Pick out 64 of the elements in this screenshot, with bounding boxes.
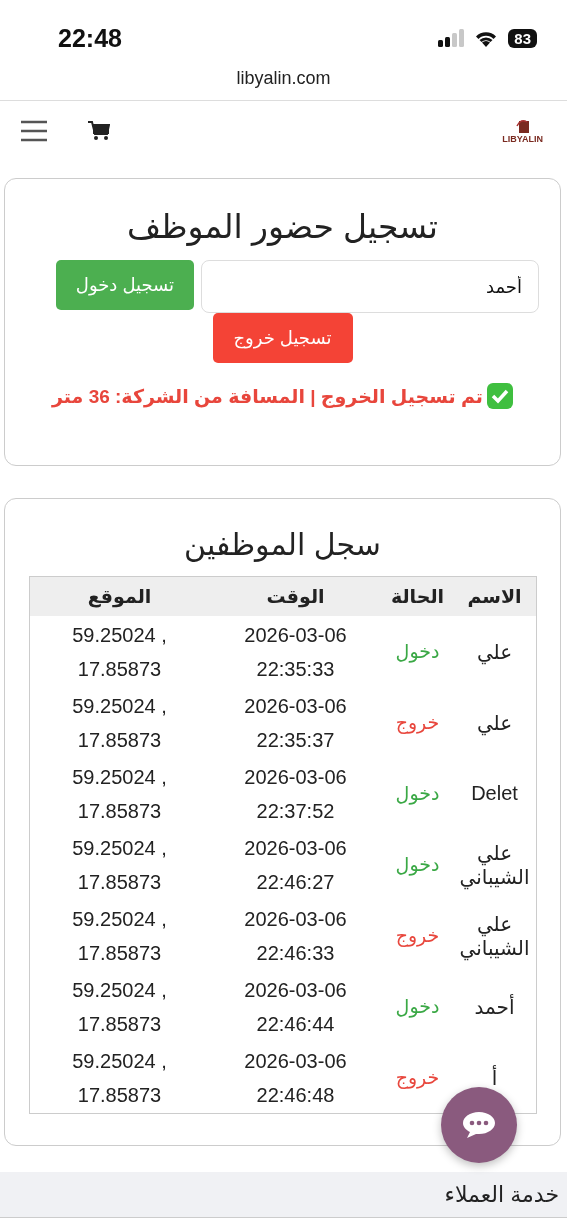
time-text: 22:35:37 — [255, 727, 336, 753]
logo-text: LIBYALIN — [502, 134, 543, 144]
longitude-text: 17.85873 — [76, 798, 163, 824]
longitude-text: 17.85873 — [76, 940, 163, 966]
battery-indicator: 83 — [508, 28, 537, 48]
check-out-button[interactable]: تسجيل خروج — [212, 313, 353, 363]
time-text: 22:35:33 — [255, 656, 336, 682]
footer-title: خدمة العملاء — [444, 1181, 559, 1208]
signal-icon — [438, 29, 465, 47]
status-text: خروج — [395, 925, 440, 946]
date-text: 2026-03-06 — [243, 622, 348, 648]
date-text: 2026-03-06 — [243, 693, 348, 719]
employee-name: علي الشيباني — [459, 841, 530, 888]
time-text: 22:37:52 — [255, 798, 336, 824]
latitude-text: 59.25024 , — [71, 906, 168, 932]
longitude-text: 17.85873 — [76, 656, 163, 682]
check-in-button[interactable]: تسجيل دخول — [56, 260, 194, 310]
time-text: 22:46:33 — [255, 940, 336, 966]
status-text: خروج — [395, 712, 440, 733]
status-text: دخول — [395, 641, 440, 662]
employee-name: علي — [476, 640, 513, 663]
employee-name: علي الشيباني — [459, 912, 530, 959]
status-text: دخول — [395, 996, 440, 1017]
date-text: 2026-03-06 — [243, 764, 348, 790]
logo-icon — [514, 118, 531, 134]
longitude-text: 17.85873 — [76, 1082, 163, 1108]
column-header: الموقع — [87, 586, 152, 607]
time-text: 22:46:27 — [255, 869, 336, 895]
employee-name: علي — [476, 711, 513, 734]
time-text: 22:46:44 — [255, 1011, 336, 1037]
latitude-text: 59.25024 , — [71, 764, 168, 790]
longitude-text: 17.85873 — [76, 869, 163, 895]
check-icon — [487, 383, 513, 409]
cart-icon[interactable] — [88, 121, 110, 141]
date-text: 2026-03-06 — [243, 977, 348, 1003]
latitude-text: 59.25024 , — [71, 622, 168, 648]
log-title: سجل الموظفين — [183, 527, 382, 562]
column-header: الحالة — [390, 586, 445, 607]
wifi-icon — [474, 29, 499, 47]
status-message: تم تسجيل الخروج | المسافة من الشركة: 36 متر — [52, 384, 483, 408]
employee-name: أحمد — [474, 995, 515, 1018]
date-text: 2026-03-06 — [243, 1048, 348, 1074]
employee-name: Delet — [471, 782, 518, 804]
attendance-title: تسجيل حضور الموظف — [127, 207, 438, 246]
url-text: libyalin.com — [236, 68, 331, 88]
menu-icon[interactable] — [20, 120, 48, 142]
status-text: خروج — [395, 1067, 440, 1088]
status-text: دخول — [395, 854, 440, 875]
status-text: دخول — [395, 783, 440, 804]
latitude-text: 59.25024 , — [71, 835, 168, 861]
date-text: 2026-03-06 — [243, 835, 348, 861]
latitude-text: 59.25024 , — [71, 693, 168, 719]
chat-button[interactable] — [441, 1087, 517, 1163]
longitude-text: 17.85873 — [76, 1011, 163, 1037]
status-time: 22:48 — [58, 23, 122, 53]
column-header: الوقت — [266, 586, 325, 607]
chat-icon — [461, 1110, 497, 1140]
latitude-text: 59.25024 , — [71, 1048, 168, 1074]
employee-name: أ — [491, 1066, 498, 1089]
time-text: 22:46:48 — [255, 1082, 336, 1108]
longitude-text: 17.85873 — [76, 727, 163, 753]
column-header: الاسم — [467, 586, 522, 607]
date-text: 2026-03-06 — [243, 906, 348, 932]
latitude-text: 59.25024 , — [71, 977, 168, 1003]
